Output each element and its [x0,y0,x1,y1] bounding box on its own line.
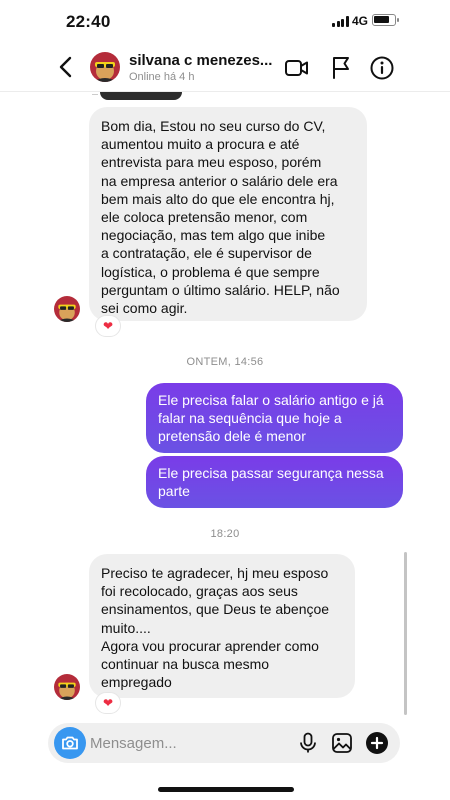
microphone-icon[interactable] [296,731,320,755]
message-line: pretensão dele é menor [158,428,306,445]
message-line: foi recolocado, graças aos seus [101,583,298,600]
chat-header: silvana c menezes... Online há 4 h [0,44,450,92]
message-line: entrevista para meu esposo, porém [101,154,322,171]
message-bubble-outgoing[interactable]: Ele precisa falar o salário antigo e já … [146,383,403,453]
battery-icon [372,14,399,26]
message-line: a contratação, ele é supervisor de [101,245,312,262]
status-bar: 22:40 4G [0,0,450,44]
message-line: falar na sequência que hoje a [158,410,342,427]
info-icon[interactable] [369,55,395,81]
message-line: Ele precisa falar o salário antigo e já [158,392,384,408]
timestamp: 18:20 [210,528,240,540]
message-line: ele coloca pretensão menor, com [101,209,308,226]
previous-media-preview[interactable] [100,92,182,100]
home-indicator [158,787,294,792]
message-line: sei como agir. [101,300,188,317]
flag-icon[interactable] [328,55,354,81]
avatar[interactable] [90,52,120,82]
message-line: bem mais alto do que ele encontra hj, [101,190,335,207]
message-line: aumentou muito a procura e até [101,136,300,153]
back-icon[interactable] [54,54,78,80]
message-line: na empresa anterior o salário dele era [101,172,338,189]
message-line: empregado [101,674,172,691]
message-line: logística, o problema é que sempre [101,263,320,280]
message-input[interactable] [90,723,290,763]
message-bubble-outgoing[interactable]: Ele precisa passar segurança nessa parte [146,456,403,508]
video-call-icon[interactable] [284,55,310,81]
signal-icon [332,16,350,27]
message-composer [48,723,400,763]
status-time: 22:40 [66,12,111,31]
message-line: continuar na busca mesmo [101,656,270,673]
camera-icon[interactable] [54,727,86,759]
previous-media-divider [92,92,98,95]
sender-avatar[interactable] [54,674,80,700]
add-icon[interactable] [365,731,389,755]
scrollbar[interactable] [404,552,407,715]
message-bubble-incoming[interactable]: Bom dia, Estou no seu curso do CV, aumen… [89,107,367,321]
message-line: Agora vou procurar aprender como [101,637,319,654]
message-line: Ele precisa passar segurança nessa [158,465,384,481]
heart-reaction-icon[interactable]: ❤ [95,692,121,714]
online-status: Online há 4 h [129,71,195,83]
timestamp: ONTEM, 14:56 [186,356,264,368]
gallery-icon[interactable] [330,731,354,755]
message-line: perguntam o último salário. HELP, não [101,281,340,298]
message-line: Preciso te agradecer, hj meu esposo [101,565,329,581]
network-type: 4G [352,14,369,28]
message-bubble-incoming[interactable]: Preciso te agradecer, hj meu esposo foi … [89,554,355,698]
message-line: muito.... [101,619,151,636]
message-line: ensinamentos, que Deus te abençoe [101,601,330,618]
message-line: Bom dia, Estou no seu curso do CV, [101,118,326,134]
sender-avatar[interactable] [54,296,80,322]
message-line: parte [158,483,190,500]
heart-reaction-icon[interactable]: ❤ [95,315,121,337]
contact-name[interactable]: silvana c menezes... [129,52,272,69]
message-line: negociação, mas tem algo que inibe [101,227,326,244]
